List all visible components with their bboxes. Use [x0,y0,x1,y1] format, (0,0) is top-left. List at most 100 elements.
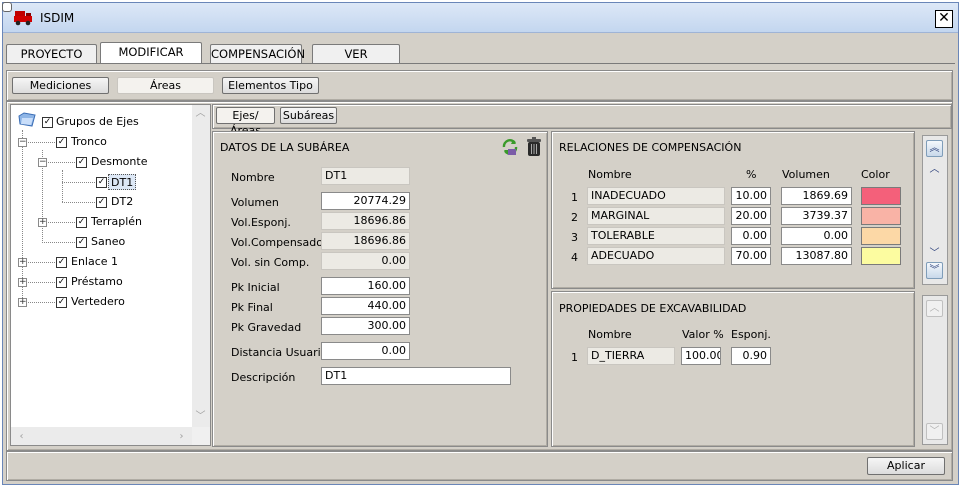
label-vol-sin-comp: Vol. sin Comp. [231,256,310,269]
checkbox-enlace-1[interactable]: ✓ [56,257,67,268]
relacion-volumen-field[interactable]: 0.00 [781,227,852,245]
color-swatch[interactable] [861,187,901,205]
label-pk-final: Pk Final [231,301,273,314]
tab-ver[interactable]: VER [312,44,400,64]
subtab-ejes-areas[interactable]: Ejes/Áreas [216,107,275,137]
relacion-nombre-field: MARGINAL [587,207,725,225]
scroll-down-icon[interactable]: ﹀ [926,244,943,261]
checkbox-prestamo[interactable]: ✓ [56,277,67,288]
row-number: 4 [571,251,578,264]
tree-node-vertedero[interactable]: Vertedero [71,294,125,310]
expand-icon[interactable]: + [18,258,27,267]
pk-inicial-field[interactable]: 160.00 [321,277,410,295]
collapse-icon[interactable]: − [38,158,47,167]
scroll-left-icon[interactable]: ‹ [13,428,30,445]
collapse-icon[interactable]: − [18,138,27,147]
relacion-volumen-field[interactable]: 13087.80 [781,247,852,265]
descripcion-field[interactable]: DT1 [321,367,511,385]
col-header-volumen: Volumen [782,168,830,181]
tree-node-dt2[interactable]: DT2 [111,194,133,210]
expand-icon[interactable]: + [18,278,27,287]
row-number: 3 [571,231,578,244]
close-button[interactable]: ✕ [935,10,953,28]
footer-bar [6,451,953,481]
tab-strip-line [6,63,955,64]
tab-compensacion[interactable]: COMPENSACIÓN [210,44,305,64]
checkbox-grupos-de-ejes[interactable]: ✓ [42,117,53,128]
row-number: 2 [571,211,578,224]
col-header-nombre: Nombre [588,328,632,341]
datos-title: DATOS DE LA SUBÁREA [220,141,350,154]
col-header-pct: % [746,168,757,181]
relacion-nombre-field: INADECUADO [587,187,725,205]
relacion-pct-field[interactable]: 70.00 [731,247,771,265]
expand-icon[interactable]: + [18,298,27,307]
checkbox-dt1[interactable]: ✓ [96,177,107,188]
tree-node-tronco[interactable]: Tronco [71,134,107,150]
tree-vertical-scrollbar[interactable] [192,105,210,427]
distancia-usuario-field[interactable]: 0.00 [321,342,410,360]
tab-modificar[interactable]: MODIFICAR [100,42,202,64]
propiedad-esponj-field[interactable]: 0.90 [731,347,771,365]
tree-node-prestamo[interactable]: Préstamo [71,274,123,290]
scroll-up-icon[interactable]: ︿ [926,300,943,317]
checkbox-desmonte[interactable]: ✓ [76,157,87,168]
relacion-pct-field[interactable]: 20.00 [731,207,771,225]
nombre-field: DT1 [321,167,410,185]
row-number: 1 [571,351,578,364]
color-swatch[interactable] [861,247,901,265]
row-number: 1 [571,191,578,204]
scroll-down-icon[interactable]: ﹀ [926,423,943,440]
relacion-pct-field[interactable]: 10.00 [731,187,771,205]
tree-node-dt1[interactable]: DT1 [108,174,137,190]
relacion-volumen-field[interactable]: 1869.69 [781,187,852,205]
relacion-nombre-field: TOLERABLE [587,227,725,245]
relacion-volumen-field[interactable]: 3739.37 [781,207,852,225]
scroll-right-icon[interactable]: › [173,428,190,445]
col-header-nombre: Nombre [588,168,632,181]
relacion-pct-field[interactable]: 0.00 [731,227,771,245]
checkbox-dt2[interactable]: ✓ [96,197,107,208]
refresh-icon[interactable] [500,137,520,157]
tree-node-saneo[interactable]: Saneo [91,234,125,250]
aplicar-button[interactable]: Aplicar [867,457,945,475]
tree-node-terraplen[interactable]: Terraplén [91,214,142,230]
scroll-up-icon[interactable]: ︿ [926,160,943,177]
tree-node-enlace-1[interactable]: Enlace 1 [71,254,118,270]
tree-view[interactable]: ✓ Grupos de Ejes − ✓ Tronco − ✓ Desmonte… [10,104,211,446]
subtab-areas[interactable]: Áreas [117,77,214,94]
propiedad-valor-field[interactable]: 100.00 [681,347,721,365]
window-corner-icon [2,2,12,12]
scroll-up-icon[interactable]: ︿ [192,105,209,122]
checkbox-tronco[interactable]: ✓ [56,137,67,148]
volumen-field[interactable]: 20774.29 [321,192,410,210]
tree-root-label[interactable]: Grupos de Ejes [56,114,139,130]
scroll-bottom-icon[interactable]: ︾ [926,262,943,279]
label-volumen: Volumen [231,196,279,209]
checkbox-terraplen[interactable]: ✓ [76,217,87,228]
tree-horizontal-scrollbar[interactable] [11,427,192,445]
subtab-elementos-tipo[interactable]: Elementos Tipo [222,77,319,94]
relaciones-title: RELACIONES DE COMPENSACIÓN [559,141,742,154]
expand-icon[interactable]: + [38,218,47,227]
propiedades-title: PROPIEDADES DE EXCAVABILIDAD [559,302,747,315]
color-swatch[interactable] [861,227,901,245]
label-nombre: Nombre [231,171,275,184]
propiedad-nombre-field: D_TIERRA [587,347,675,365]
vol-compensado-field: 18696.86 [321,232,410,250]
checkbox-saneo[interactable]: ✓ [76,237,87,248]
subtab-subareas[interactable]: Subáreas [280,107,337,124]
tree-node-desmonte[interactable]: Desmonte [91,154,147,170]
label-pk-inicial: Pk Inicial [231,281,280,294]
label-descripcion: Descripción [231,371,296,384]
label-vol-esponj: Vol.Esponj. [231,216,291,229]
checkbox-vertedero[interactable]: ✓ [56,297,67,308]
pk-gravedad-field[interactable]: 300.00 [321,317,410,335]
scroll-top-icon[interactable]: ︽ [926,140,943,157]
subtab-mediciones[interactable]: Mediciones [12,77,109,94]
trash-icon[interactable] [525,137,543,157]
pk-final-field[interactable]: 440.00 [321,297,410,315]
scroll-down-icon[interactable]: ﹀ [192,408,209,425]
color-swatch[interactable] [861,207,901,225]
tab-proyecto[interactable]: PROYECTO [6,44,97,64]
